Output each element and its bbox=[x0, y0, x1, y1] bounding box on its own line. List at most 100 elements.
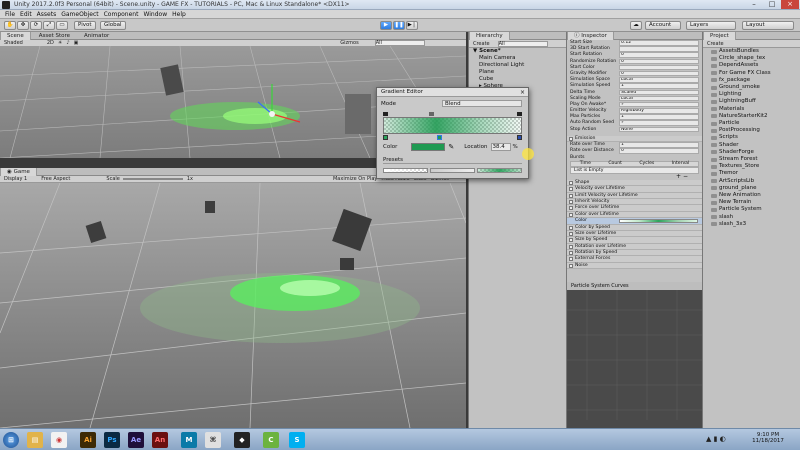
hierarchy-item-cube[interactable]: Cube bbox=[469, 76, 566, 83]
emission-checkbox[interactable] bbox=[569, 136, 573, 141]
camtasia-icon[interactable]: C bbox=[263, 432, 279, 448]
rect-tool-button[interactable]: ▭ bbox=[56, 21, 68, 30]
project-item[interactable]: slash bbox=[703, 214, 800, 221]
location-input[interactable]: 38.4 bbox=[490, 143, 511, 151]
layout-dropdown[interactable]: Layout bbox=[742, 21, 794, 30]
menu-component[interactable]: Component bbox=[104, 10, 139, 19]
color-swatch[interactable] bbox=[411, 143, 446, 151]
prop-value[interactable]: Rigidbody bbox=[619, 108, 699, 114]
project-item[interactable]: Circle_shape_tex bbox=[703, 55, 800, 62]
prop-value[interactable]: 1 bbox=[619, 114, 699, 120]
project-item[interactable]: Shader bbox=[703, 142, 800, 149]
alpha-key-right[interactable] bbox=[517, 112, 522, 116]
module-checkbox[interactable] bbox=[569, 199, 573, 204]
project-item[interactable]: ShaderForge bbox=[703, 149, 800, 156]
module-checkbox[interactable] bbox=[569, 187, 573, 192]
rotate-tool-button[interactable]: ⟳ bbox=[30, 21, 42, 30]
project-item[interactable]: Stream Forest bbox=[703, 156, 800, 163]
project-item[interactable]: DependAssets bbox=[703, 62, 800, 69]
collab-cloud-button[interactable]: ☁ bbox=[630, 21, 642, 30]
project-item[interactable]: LightningBuff bbox=[703, 98, 800, 105]
tray-icons[interactable]: ▲ ▮ ◐ bbox=[706, 435, 726, 443]
module-checkbox[interactable] bbox=[569, 206, 573, 211]
module-checkbox[interactable] bbox=[569, 251, 573, 256]
module-checkbox[interactable] bbox=[569, 231, 573, 236]
menu-edit[interactable]: Edit bbox=[20, 10, 32, 19]
color-gradient-field[interactable] bbox=[619, 219, 698, 224]
aspect-dropdown[interactable]: Free Aspect bbox=[41, 175, 70, 183]
project-item[interactable]: fx_package bbox=[703, 77, 800, 84]
project-item[interactable]: PostProcessing bbox=[703, 127, 800, 134]
maya-icon[interactable]: M bbox=[181, 432, 197, 448]
project-item[interactable]: Textures_Store bbox=[703, 163, 800, 170]
animate-icon[interactable]: An bbox=[152, 432, 168, 448]
prop-value[interactable]: 0.12 bbox=[619, 40, 699, 46]
prop-value[interactable]: None bbox=[619, 126, 699, 133]
skype-icon[interactable]: S bbox=[289, 432, 305, 448]
photoshop-icon[interactable]: Ps bbox=[104, 432, 120, 448]
color-key-left[interactable] bbox=[383, 135, 388, 140]
prop-value[interactable]: ✓ bbox=[619, 120, 699, 126]
move-tool-button[interactable]: ✥ bbox=[17, 21, 29, 30]
unity-taskbar-icon[interactable]: ◆ bbox=[234, 432, 250, 448]
global-toggle[interactable]: Global bbox=[100, 21, 126, 30]
hierarchy-item-plane[interactable]: Plane bbox=[469, 69, 566, 76]
prop-value[interactable]: Scaled bbox=[619, 89, 699, 95]
game-view[interactable] bbox=[0, 183, 466, 428]
project-item[interactable]: NatureStarterKit2 bbox=[703, 113, 800, 120]
start-button-icon[interactable]: ⊞ bbox=[3, 432, 19, 448]
close-button[interactable]: × bbox=[781, 0, 799, 9]
alpha-key-mid[interactable] bbox=[429, 112, 434, 116]
chrome-icon[interactable]: ◉ bbox=[51, 432, 67, 448]
scale-slider[interactable] bbox=[122, 178, 183, 180]
project-item[interactable]: slash_3x3 bbox=[703, 221, 800, 228]
hierarchy-item-main-camera[interactable]: Main Camera bbox=[469, 55, 566, 62]
project-item[interactable]: For Game FX Class bbox=[703, 70, 800, 77]
preset-1[interactable] bbox=[383, 167, 428, 173]
gradient-bar[interactable] bbox=[383, 117, 522, 134]
module-checkbox[interactable] bbox=[569, 212, 573, 217]
project-item[interactable]: Scripts bbox=[703, 134, 800, 141]
mode-dropdown[interactable]: Blend bbox=[442, 100, 522, 107]
prop-value[interactable]: Local bbox=[619, 95, 699, 102]
hierarchy-create-dropdown[interactable]: Create bbox=[473, 40, 490, 48]
illustrator-icon[interactable]: Ai bbox=[80, 432, 96, 448]
scale-tool-button[interactable]: ⤢ bbox=[43, 21, 55, 30]
prop-value[interactable] bbox=[619, 46, 699, 52]
project-item[interactable]: Ground_smoke bbox=[703, 84, 800, 91]
pause-button[interactable]: ❚❚ bbox=[393, 21, 405, 30]
menu-gameobject[interactable]: GameObject bbox=[61, 10, 98, 19]
prop-value[interactable]: 0 bbox=[619, 58, 699, 65]
project-item[interactable]: Tremor bbox=[703, 170, 800, 177]
project-create-dropdown[interactable]: Create bbox=[707, 40, 724, 48]
gizmo-center[interactable] bbox=[269, 111, 275, 117]
project-item[interactable]: ground_plane bbox=[703, 185, 800, 192]
pivot-toggle[interactable]: Pivot bbox=[74, 21, 96, 30]
prop-value[interactable]: Local bbox=[619, 77, 699, 83]
curves-grid[interactable] bbox=[567, 290, 703, 420]
preset-2[interactable] bbox=[430, 167, 475, 173]
after-effects-icon[interactable]: Ae bbox=[128, 432, 144, 448]
project-item[interactable]: Materials bbox=[703, 106, 800, 113]
project-item[interactable]: Particle System bbox=[703, 206, 800, 213]
cube-object[interactable] bbox=[160, 64, 184, 96]
menu-assets[interactable]: Assets bbox=[37, 10, 57, 19]
module-checkbox[interactable] bbox=[569, 238, 573, 243]
project-item[interactable]: Lighting bbox=[703, 91, 800, 98]
prop-value[interactable]: 0 bbox=[619, 70, 699, 77]
inspector-prop-row[interactable]: Stop Action None bbox=[567, 126, 702, 133]
scene-root[interactable]: ▼ Scene* bbox=[469, 48, 566, 55]
maximize-on-play-toggle[interactable]: Maximize On Play bbox=[333, 175, 377, 183]
project-item[interactable]: ArtScriptsLib bbox=[703, 178, 800, 185]
cube-object-2[interactable] bbox=[345, 94, 371, 134]
menu-window[interactable]: Window bbox=[143, 10, 167, 19]
module-checkbox[interactable] bbox=[569, 225, 573, 230]
maximize-button[interactable]: □ bbox=[763, 0, 781, 9]
menu-help[interactable]: Help bbox=[172, 10, 186, 19]
project-item[interactable]: New Animation bbox=[703, 192, 800, 199]
particle-module[interactable]: Noise bbox=[567, 262, 702, 270]
minimize-button[interactable]: – bbox=[745, 0, 763, 9]
project-item[interactable]: AssetsBundles bbox=[703, 48, 800, 55]
gradient-editor-close-icon[interactable]: × bbox=[520, 89, 525, 96]
module-checkbox[interactable] bbox=[569, 244, 573, 249]
